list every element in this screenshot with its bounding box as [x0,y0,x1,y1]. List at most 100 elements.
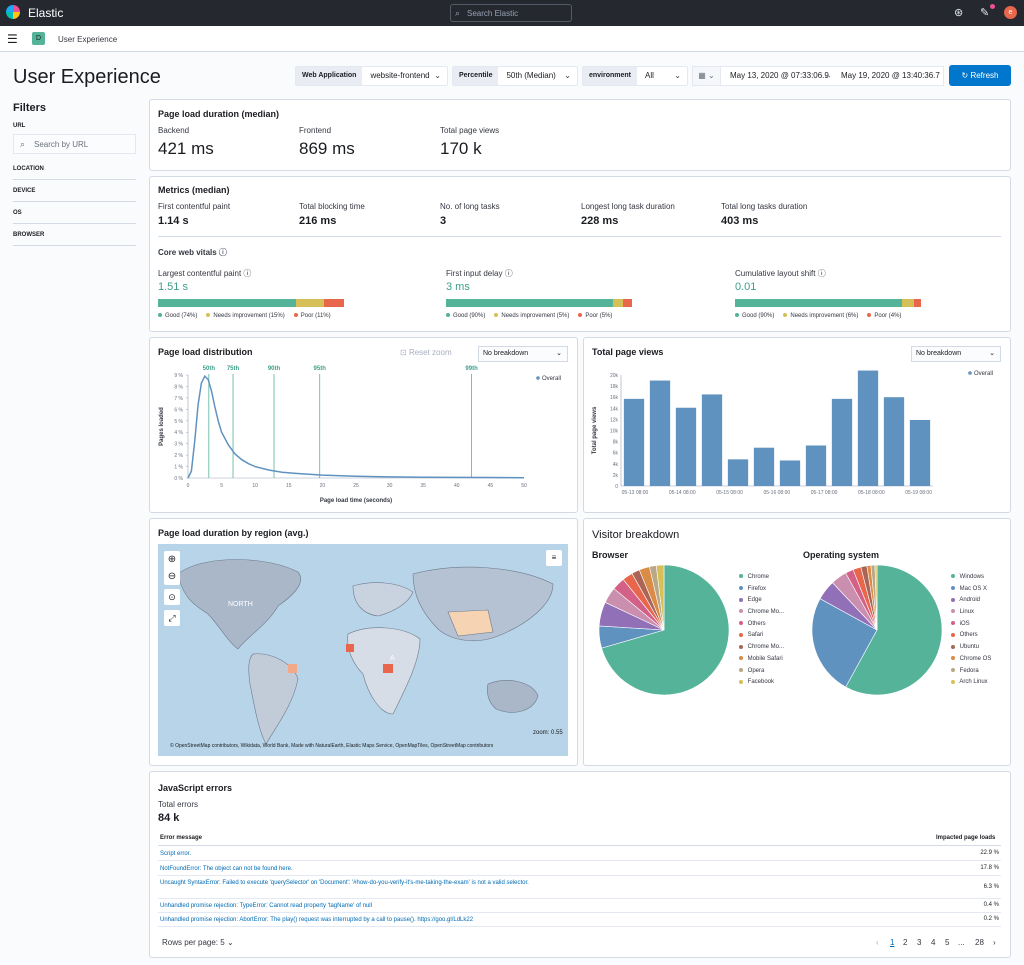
elastic-logo-icon[interactable] [6,5,20,19]
error-message-header[interactable]: Error message [160,835,202,841]
page-3[interactable]: 3 [917,938,921,947]
date-picker[interactable]: ▦ ⌄ May 13, 2020 @ 07:33:06.9 → May 19, … [692,66,944,86]
vital-stacked-bar[interactable] [735,299,921,307]
legend-item[interactable]: Others [951,632,991,644]
metric-label: Total long tasks duration [721,202,808,211]
refresh-button[interactable]: ↻ Refresh [949,65,1011,86]
total-page-views-chart[interactable]: 0 2k 4k 6k 8k 10k 12k 14k 16k 18k 20k 05-13 08:00 05… [584,362,1010,510]
web-application-select[interactable]: Web Application website-frontend ⌄ [295,66,448,86]
brand-name[interactable]: Elastic [28,6,63,20]
map-attribution[interactable]: © OpenStreetMap contributors, Wikidata, … [170,743,493,749]
legend-item[interactable]: Facebook [739,679,784,691]
percentile-select[interactable]: Percentile 50th (Median) ⌄ [452,66,578,86]
legend-item[interactable]: Linux [951,609,991,621]
filter-os[interactable]: OS [13,210,136,224]
error-message[interactable]: NotFoundError: The object can not be fou… [160,865,293,873]
x-tick-label: 5 [220,483,223,489]
legend-item[interactable]: Chrome [739,574,784,586]
filter-device[interactable]: DEVICE [13,188,136,202]
y-tick-label: 4 % [174,430,183,436]
date-arrow-icon: → [824,71,832,80]
legend-item[interactable]: Chrome Mo... [739,644,784,656]
metric-value: 403 ms [721,215,759,227]
layers-icon[interactable]: ≡ [546,550,562,566]
fullscreen-icon[interactable]: ⤢ [164,610,180,626]
vital-legend: Good (90%) Needs improvement (5%) Poor (5%… [446,313,621,319]
url-search-input[interactable]: ⌕ Search by URL [13,134,136,154]
page-5[interactable]: 5 [945,938,949,947]
error-message[interactable]: Script error. [160,850,191,858]
views-bar [623,398,645,486]
error-message[interactable]: Unhandled promise rejection: TypeError: … [160,902,372,910]
page-2[interactable]: 2 [903,938,907,947]
error-impact: 17.8 % [980,865,999,871]
os-pie-chart[interactable] [811,564,943,696]
legend-item[interactable]: Edge [739,597,784,609]
vital-value: 1.51 s [158,281,188,293]
help-icon[interactable]: ⊛ [954,6,963,19]
total-page-views-label: Total page views [440,126,500,135]
legend-dot [951,632,955,637]
next-page-icon[interactable]: › [993,938,996,947]
distribution-breakdown-select[interactable]: No breakdown ⌄ [478,346,568,362]
date-end[interactable]: May 19, 2020 @ 13:40:36.7 [841,67,940,85]
percentile-label: 75th [227,366,240,372]
page-ellipsis: ... [958,938,965,947]
frontend-label: Frontend [299,126,332,135]
vital-stacked-bar[interactable] [158,299,344,307]
legend-item[interactable]: Chrome Mo... [739,609,784,621]
error-message[interactable]: Uncaught SyntaxError: Failed to execute … [160,879,560,887]
reset-zoom-button[interactable]: ⊡ Reset zoom [400,348,452,357]
legend-item[interactable]: Windows [951,574,991,586]
legend-item[interactable]: Others [739,621,784,633]
prev-page-icon[interactable]: ‹ [876,938,879,947]
filter-browser[interactable]: BROWSER [13,232,136,246]
page-1[interactable]: 1 [890,938,894,947]
error-impact: 0.2 % [983,916,999,922]
legend-dot [739,644,743,649]
views-breakdown-select[interactable]: No breakdown ⌄ [911,346,1001,362]
legend-item[interactable]: Ubuntu [951,644,991,656]
user-avatar[interactable]: e [1004,6,1017,19]
news-icon[interactable]: ✎ [980,6,989,19]
legend-label: Opera [746,667,765,674]
page-load-distribution-chart[interactable]: 0 % 1 % 2 % 3 % 4 % 5 % 6 % 7 % 8 % 9 % 0 5 10 15 20 25… [150,362,576,510]
region-map-title: Page load duration by region (avg.) [158,528,309,538]
legend-item[interactable]: Firefox [739,586,784,598]
vital-stacked-bar[interactable] [446,299,632,307]
compass-icon[interactable]: ⊙ [164,589,180,605]
impacted-page-loads-header[interactable]: Impacted page loads [936,835,995,841]
rows-per-page-select[interactable]: Rows per page: 5 ⌄ [162,938,234,947]
page-28[interactable]: 28 [975,938,984,947]
legend-item[interactable]: Fedora [951,668,991,680]
environment-select[interactable]: environment All ⌄ [582,66,688,86]
legend-item[interactable]: Safari [739,632,784,644]
legend-item[interactable]: Arch Linux [951,679,991,691]
page-4[interactable]: 4 [931,938,935,947]
vital-label: Largest contentful paint ⓘ [158,269,252,278]
space-avatar[interactable]: D [32,32,45,45]
x-tick-label: 05-16 08:00 [763,490,790,496]
legend-item[interactable]: Mac OS X [951,586,991,598]
y-tick-label: 2k [613,473,619,479]
zoom-out-icon[interactable]: ⊖ [164,568,180,585]
browser-pie-chart[interactable] [598,564,730,696]
legend-item[interactable]: Mobile Safari [739,656,784,668]
info-icon[interactable]: ⓘ [219,248,227,257]
filter-location[interactable]: LOCATION [13,166,136,180]
breakdown-value: No breakdown [483,350,529,357]
global-search-input[interactable]: ⌕ Search Elastic [450,4,572,22]
legend-item[interactable]: Android [951,597,991,609]
legend-item[interactable]: Chrome OS [951,656,991,668]
date-start[interactable]: May 13, 2020 @ 07:33:06.9 [730,67,829,85]
legend-item[interactable]: Opera [739,668,784,680]
total-errors-value: 84 k [158,812,180,824]
error-message[interactable]: Unhandled promise rejection: AbortError:… [160,916,473,924]
legend-item[interactable]: iOS [951,621,991,633]
breadcrumb[interactable]: User Experience [58,35,117,44]
calendar-icon[interactable]: ▦ ⌄ [693,67,721,85]
zoom-in-icon[interactable]: ⊕ [164,551,180,568]
vital-legend: Good (90%) Needs improvement (6%) Poor (4%… [735,313,910,319]
world-map[interactable]: NORTH A [158,544,568,756]
menu-icon[interactable]: ☰ [7,32,18,46]
